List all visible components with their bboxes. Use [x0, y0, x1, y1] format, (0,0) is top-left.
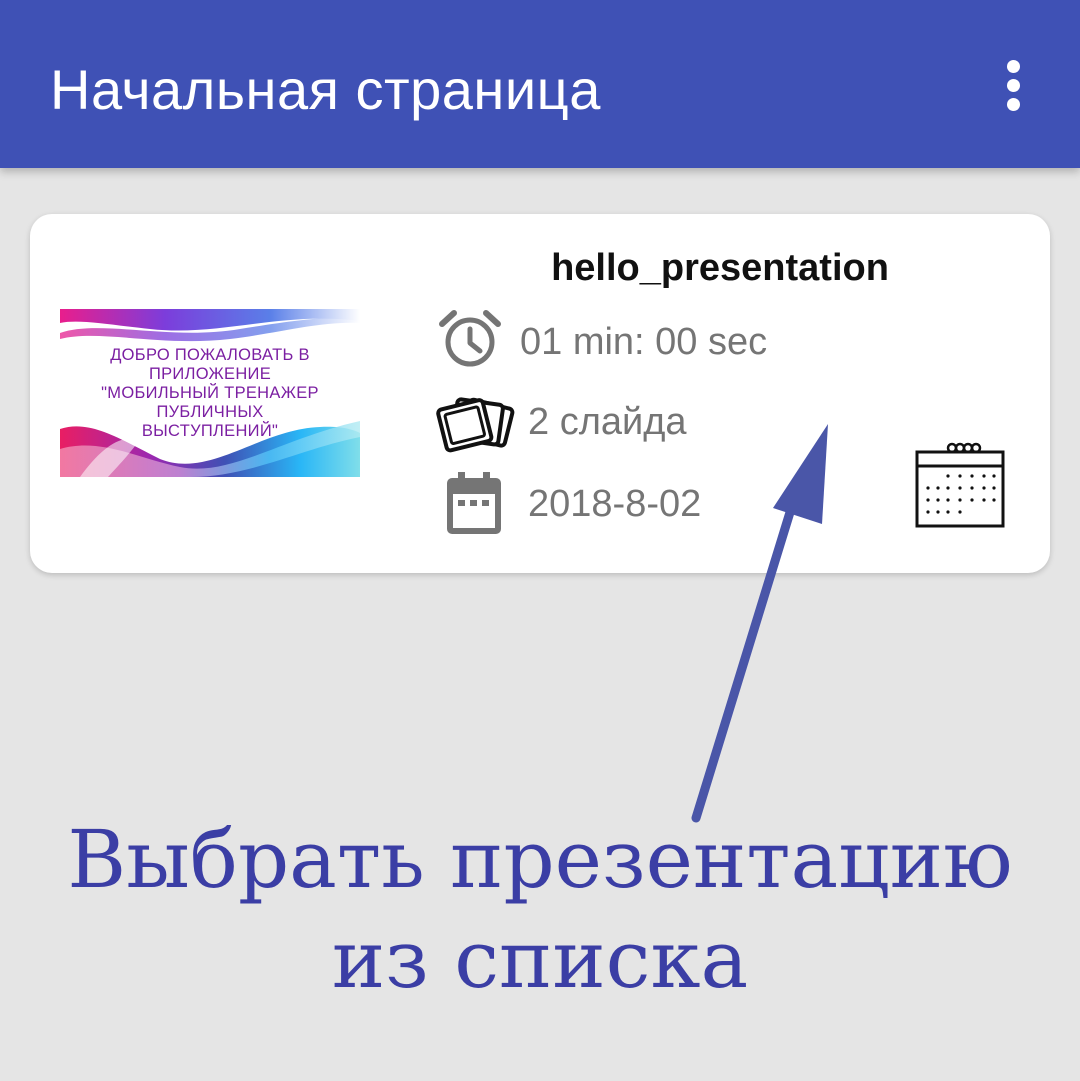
annotation-line-1: Выбрать презентацию	[67, 813, 1013, 906]
annotation-line-2: из списка	[331, 913, 749, 1006]
